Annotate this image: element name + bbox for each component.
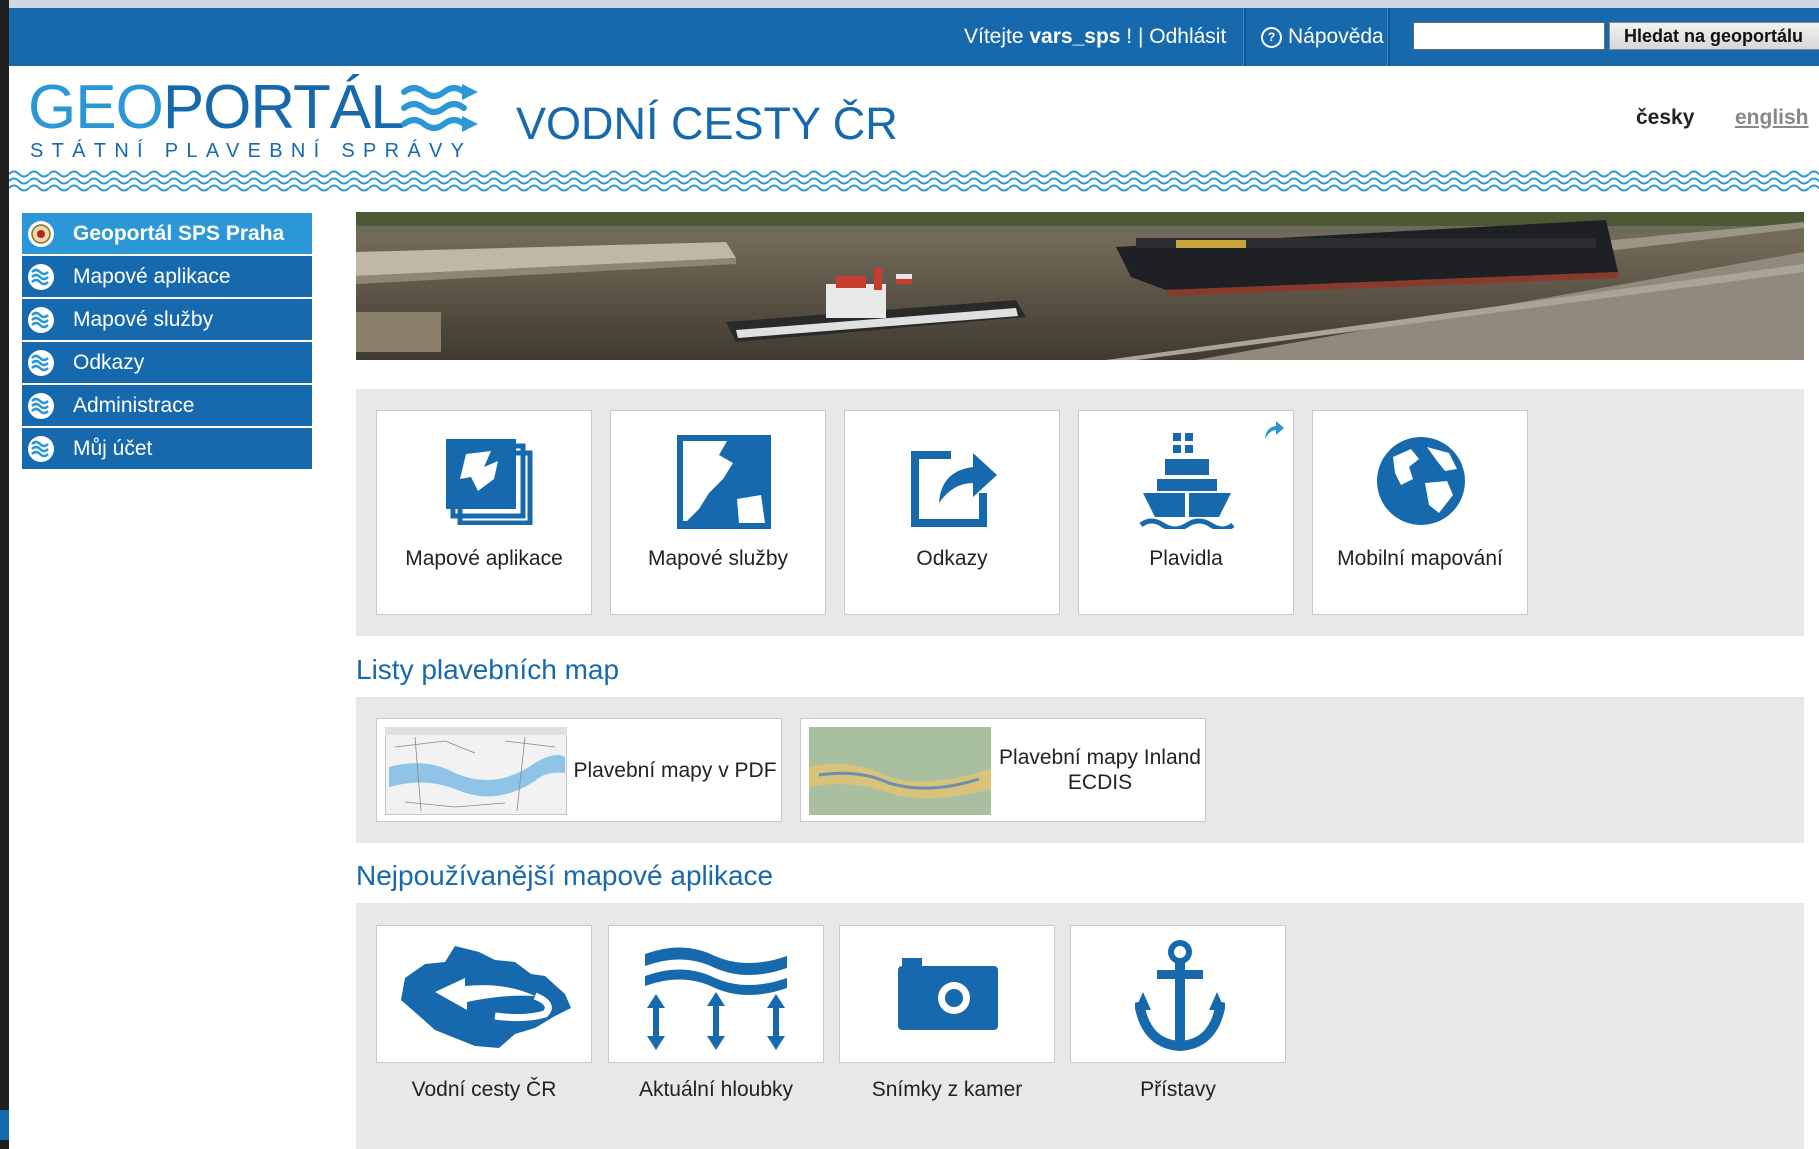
tile-label: Odkazy [916,547,988,570]
pdf-map-thumbnail [385,727,567,815]
logo-waves-icon [401,84,478,132]
app-label-ports[interactable]: Přístavy [1070,1078,1286,1102]
app-tile-camera-snapshots[interactable] [839,925,1055,1063]
sidebar-item-label: Odkazy [73,350,145,374]
sidebar-nav: Geoportál SPS Praha Mapové aplikace Mapo… [22,213,312,471]
app-label-current-depths[interactable]: Aktuální hloubky [608,1078,824,1102]
app-label-waterways[interactable]: Vodní cesty ČR [376,1078,592,1102]
sidebar-item-label: Mapové aplikace [73,264,231,288]
ship-icon [1139,433,1235,529]
app-label-camera-snapshots[interactable]: Snímky z kamer [839,1078,1055,1102]
sidebar-item-links[interactable]: Odkazy [22,342,312,383]
waves-icon [28,392,54,419]
waves-icon [28,349,54,376]
header-wave-divider [9,168,1819,192]
logout-link[interactable]: Odhlásit [1149,25,1226,48]
nav-map-ecdis-label-line2: ECDIS [1067,771,1133,794]
sidebar-item-label: Můj účet [73,436,153,460]
page-title: VODNÍ CESTY ČR [516,98,898,149]
map-stack-icon [446,439,533,525]
section-title-nav-maps: Listy plavebních map [356,654,620,685]
welcome-text: Vítejte vars_sps ! | Odhlásit [964,25,1226,49]
app-tile-waterways[interactable] [376,925,592,1063]
topbar-divider [1387,8,1390,66]
camera-icon [898,958,998,1030]
sidebar-item-label: Mapové služby [73,307,214,331]
tile-label: Mobilní mapování [1337,547,1503,570]
tile-vessels[interactable]: Plavidla [1078,410,1294,615]
waves-icon [28,306,54,333]
search-input[interactable] [1413,22,1605,50]
sidebar-item-label: Administrace [73,393,195,417]
welcome-prefix: Vítejte [964,25,1030,48]
window-frame-left [0,0,9,1149]
section-title-popular-apps: Nejpoužívanější mapové aplikace [356,860,774,891]
search-button[interactable]: Hledat na geoportálu [1609,22,1819,50]
tile-label: Mapové aplikace [405,547,563,570]
ecdis-map-thumbnail [809,727,991,815]
external-arrow-icon [1265,421,1284,439]
window-frame-accent [0,1110,9,1140]
logo-subtitle: STÁTNÍ PLAVEBNÍ SPRÁVY [30,140,473,162]
top-bar: Vítejte vars_sps ! | Odhlásit ? Nápověda … [9,8,1819,66]
tile-label: Plavidla [1149,547,1223,570]
logo-portal-text: PORTÁL [162,73,405,142]
sidebar-item-geoportal[interactable]: Geoportál SPS Praha [22,213,312,254]
nav-map-pdf-label: Plavební mapy v PDF [573,758,777,782]
emblem-icon [28,220,54,247]
tile-label: Mapové služby [647,547,789,570]
nav-map-ecdis-label: Plavební mapy Inland ECDIS [997,719,1203,821]
waves-icon [28,435,54,462]
sidebar-item-my-account[interactable]: Můj účet [22,428,312,469]
tile-links[interactable]: Odkazy [844,410,1060,615]
username: vars_sps [1029,25,1121,48]
geoportal-logo[interactable]: GEOPORTÁL [28,72,405,144]
tile-mobile-mapping[interactable]: Mobilní mapování [1312,410,1528,615]
window-frame-top [0,0,1819,8]
tile-map-apps[interactable]: Mapové aplikace [376,410,592,615]
globe-icon [1377,437,1465,525]
help-link[interactable]: ? Nápověda [1261,25,1384,49]
depth-icon [645,947,787,1050]
tile-map-services[interactable]: Mapové služby [610,410,826,615]
sidebar-item-label: Geoportál SPS Praha [73,221,285,245]
sidebar-item-map-apps[interactable]: Mapové aplikace [22,256,312,297]
topbar-divider [1243,8,1246,66]
logo-geo-text: GEO [28,73,164,142]
help-label: Nápověda [1288,25,1384,48]
nav-map-pdf-card[interactable]: Plavební mapy v PDF [376,718,782,822]
nav-map-ecdis-label-line1: Plavební mapy Inland [999,746,1201,769]
language-english[interactable]: english [1735,106,1809,130]
sidebar-item-administration[interactable]: Administrace [22,385,312,426]
waves-icon [28,263,54,290]
sidebar-item-map-services[interactable]: Mapové služby [22,299,312,340]
czech-map-icon [401,946,571,1048]
anchor-icon [1135,940,1225,1052]
map-icon [677,435,771,529]
banner-photo [356,212,1804,360]
external-link-icon [911,451,997,527]
app-tile-ports[interactable] [1070,925,1286,1063]
help-icon: ? [1261,27,1282,48]
app-tile-current-depths[interactable] [608,925,824,1063]
welcome-suffix: ! | [1120,25,1150,48]
language-czech[interactable]: česky [1636,106,1694,130]
nav-map-ecdis-card[interactable]: Plavební mapy Inland ECDIS [800,718,1206,822]
